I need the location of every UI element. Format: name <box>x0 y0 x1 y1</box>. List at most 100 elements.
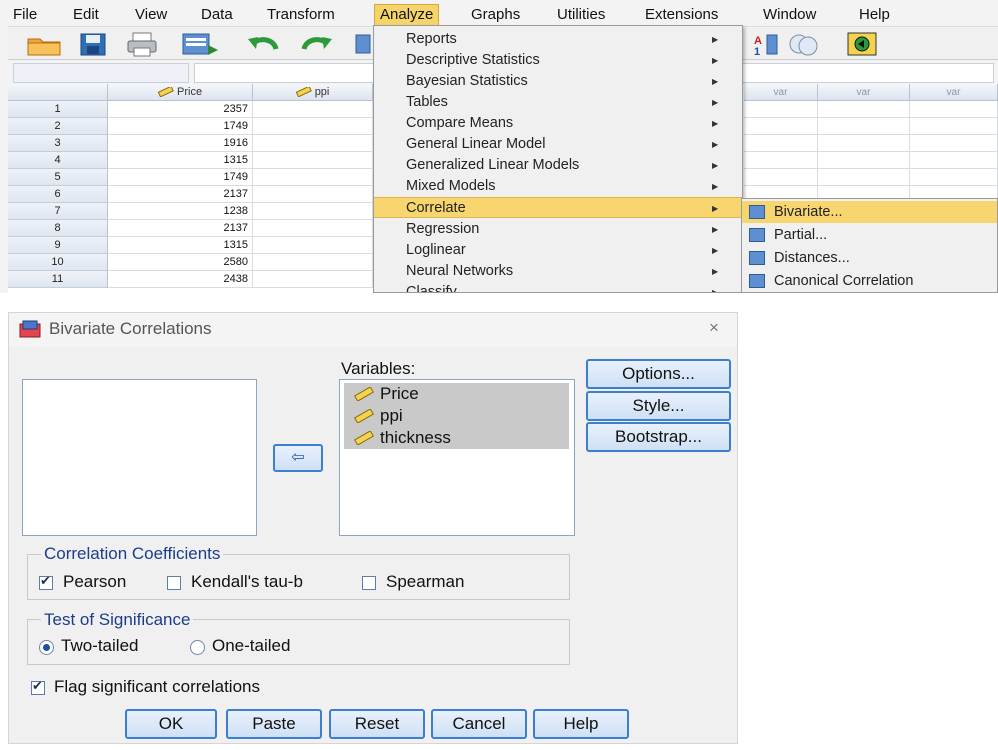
empty-cell[interactable] <box>910 135 998 152</box>
menu-item-mixed-models[interactable]: Mixed Models ▶ <box>374 176 742 197</box>
price-cell[interactable]: 2438 <box>108 271 253 288</box>
options-button[interactable]: Options... <box>586 359 731 389</box>
price-cell[interactable]: 1749 <box>108 169 253 186</box>
row-number[interactable]: 11 <box>8 271 108 288</box>
pearson-label[interactable]: Pearson <box>63 572 126 592</box>
menu-item-partial[interactable]: Partial... <box>742 224 997 246</box>
empty-cell[interactable] <box>744 169 818 186</box>
ppi-cell[interactable] <box>253 186 373 203</box>
cell-reference-field[interactable] <box>13 63 189 83</box>
row-number[interactable]: 4 <box>8 152 108 169</box>
empty-cell[interactable] <box>818 152 910 169</box>
empty-cell[interactable] <box>744 118 818 135</box>
menu-item-correlate[interactable]: Correlate ▶ <box>374 197 742 218</box>
sort-ascending-icon[interactable]: A1 <box>752 31 780 57</box>
menu-data[interactable]: Data <box>196 4 238 26</box>
price-cell[interactable]: 2357 <box>108 101 253 118</box>
price-cell[interactable]: 1315 <box>108 152 253 169</box>
row-number[interactable]: 2 <box>8 118 108 135</box>
price-cell[interactable]: 2137 <box>108 220 253 237</box>
menu-help[interactable]: Help <box>854 4 895 26</box>
menu-item-general-linear-model[interactable]: General Linear Model ▶ <box>374 134 742 155</box>
menu-file[interactable]: File <box>8 4 42 26</box>
pearson-checkbox[interactable] <box>39 573 53 590</box>
flag-significant-checkbox[interactable] <box>31 678 45 695</box>
help-button[interactable]: Help <box>533 709 629 739</box>
open-folder-icon[interactable] <box>26 31 62 57</box>
empty-cell[interactable] <box>910 118 998 135</box>
menu-item-classify[interactable]: Classify ▶ <box>374 282 742 292</box>
price-cell[interactable]: 1238 <box>108 203 253 220</box>
menu-item-distances[interactable]: Distances... <box>742 247 997 269</box>
ppi-cell[interactable] <box>253 169 373 186</box>
value-labels-icon[interactable] <box>786 31 820 57</box>
variable-item-ppi[interactable]: ppi <box>344 405 569 427</box>
paste-button[interactable]: Paste <box>226 709 322 739</box>
column-header-price[interactable]: Price <box>108 84 253 101</box>
menu-item-compare-means[interactable]: Compare Means ▶ <box>374 113 742 134</box>
menu-item-loglinear[interactable]: Loglinear ▶ <box>374 240 742 261</box>
row-number[interactable]: 9 <box>8 237 108 254</box>
spearman-checkbox[interactable] <box>362 576 376 590</box>
kendall-checkbox[interactable] <box>167 576 181 590</box>
move-variable-button[interactable]: ⇦ <box>273 444 323 472</box>
price-cell[interactable]: 2580 <box>108 254 253 271</box>
price-cell[interactable]: 1315 <box>108 237 253 254</box>
save-icon[interactable] <box>78 31 108 57</box>
ppi-cell[interactable] <box>253 271 373 288</box>
cancel-button[interactable]: Cancel <box>431 709 527 739</box>
reset-button[interactable]: Reset <box>329 709 425 739</box>
row-number[interactable]: 6 <box>8 186 108 203</box>
ppi-cell[interactable] <box>253 135 373 152</box>
ppi-cell[interactable] <box>253 237 373 254</box>
dialog-recall-icon[interactable] <box>180 31 220 57</box>
variable-item-thickness[interactable]: thickness <box>344 427 569 449</box>
two-tailed-radio[interactable] <box>39 640 54 655</box>
menu-extensions[interactable]: Extensions <box>640 4 723 26</box>
menu-analyze[interactable]: Analyze <box>374 4 440 26</box>
row-number[interactable]: 7 <box>8 203 108 220</box>
empty-cell[interactable] <box>818 118 910 135</box>
menu-graphs[interactable]: Graphs <box>466 4 525 26</box>
row-number[interactable]: 3 <box>8 135 108 152</box>
menu-item-canonical-correlation[interactable]: Canonical Correlation <box>742 270 997 292</box>
variable-item-price[interactable]: Price <box>344 383 569 405</box>
kendall-label[interactable]: Kendall's tau-b <box>191 572 303 592</box>
menu-edit[interactable]: Edit <box>68 4 104 26</box>
flag-significant-label[interactable]: Flag significant correlations <box>54 677 260 697</box>
ppi-cell[interactable] <box>253 203 373 220</box>
one-tailed-label[interactable]: One-tailed <box>212 636 290 656</box>
menu-item-tables[interactable]: Tables ▶ <box>374 92 742 113</box>
menu-transform[interactable]: Transform <box>262 4 340 26</box>
row-number[interactable]: 10 <box>8 254 108 271</box>
source-variable-list[interactable] <box>22 379 257 536</box>
goto-case-icon[interactable] <box>354 31 372 57</box>
ok-button[interactable]: OK <box>125 709 217 739</box>
one-tailed-radio[interactable] <box>190 640 205 655</box>
empty-cell[interactable] <box>744 135 818 152</box>
style-button[interactable]: Style... <box>586 391 731 421</box>
print-icon[interactable] <box>125 31 159 57</box>
menu-window[interactable]: Window <box>758 4 821 26</box>
ppi-cell[interactable] <box>253 152 373 169</box>
menu-item-bayesian-statistics[interactable]: Bayesian Statistics ▶ <box>374 71 742 92</box>
ppi-cell[interactable] <box>253 220 373 237</box>
menu-item-regression[interactable]: Regression ▶ <box>374 219 742 240</box>
empty-cell[interactable] <box>744 152 818 169</box>
bootstrap-button[interactable]: Bootstrap... <box>586 422 731 452</box>
empty-cell[interactable] <box>910 169 998 186</box>
use-variable-sets-icon[interactable] <box>846 31 878 57</box>
menu-view[interactable]: View <box>130 4 172 26</box>
ppi-cell[interactable] <box>253 254 373 271</box>
price-cell[interactable]: 1916 <box>108 135 253 152</box>
column-header-var[interactable]: var <box>744 84 818 101</box>
column-header-ppi[interactable]: ppi <box>253 84 373 101</box>
row-number[interactable]: 5 <box>8 169 108 186</box>
column-header-var[interactable]: var <box>910 84 998 101</box>
menu-item-neural-networks[interactable]: Neural Networks ▶ <box>374 261 742 282</box>
menu-item-bivariate[interactable]: Bivariate... <box>742 201 997 223</box>
menu-utilities[interactable]: Utilities <box>552 4 610 26</box>
menu-item-descriptive-statistics[interactable]: Descriptive Statistics ▶ <box>374 50 742 71</box>
close-icon[interactable]: × <box>709 318 719 338</box>
empty-cell[interactable] <box>910 152 998 169</box>
